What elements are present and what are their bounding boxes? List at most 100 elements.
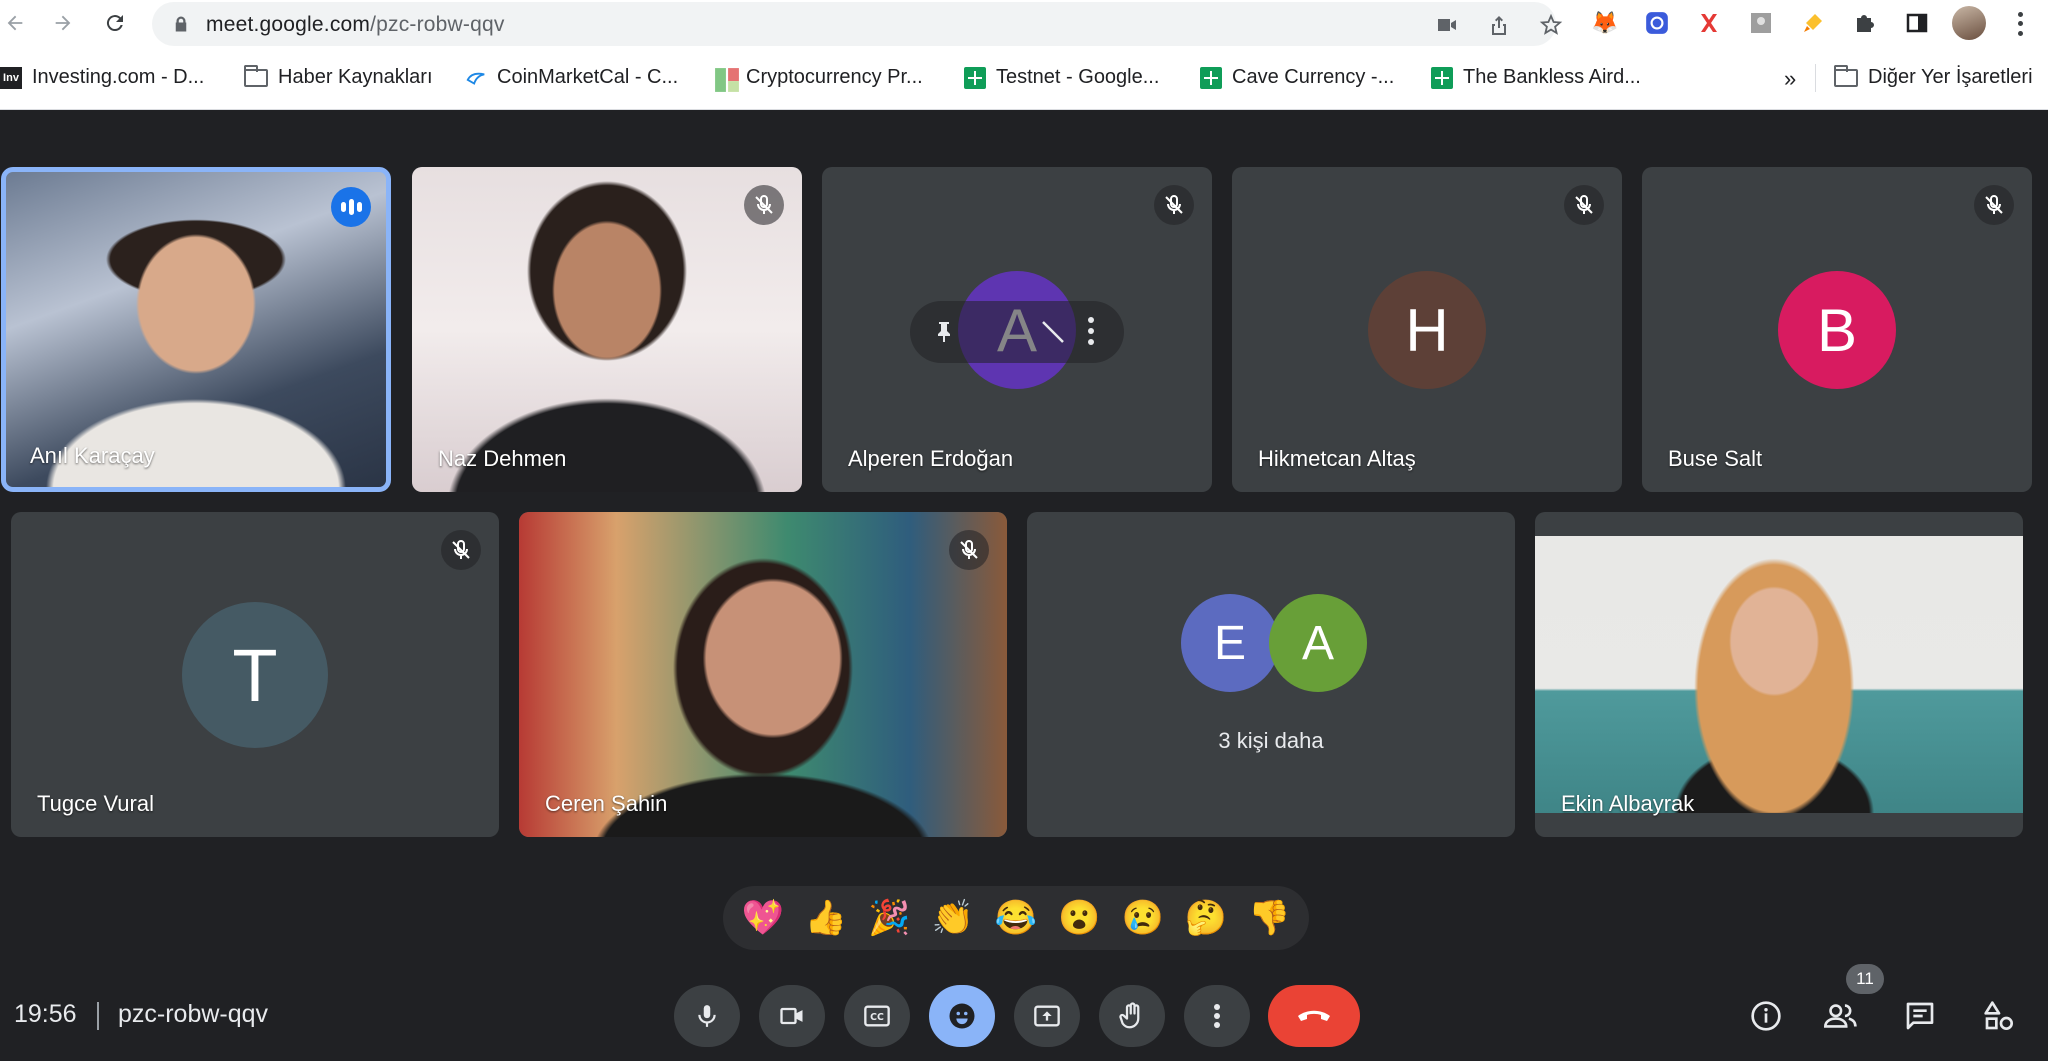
folder-icon: [1834, 64, 1858, 87]
hand-icon: [1119, 1002, 1140, 1029]
bookmark-bankless[interactable]: The Bankless Aird...: [1431, 66, 1641, 89]
side-panel-icon[interactable]: [1902, 8, 1932, 38]
microphone-button[interactable]: [674, 985, 740, 1047]
reaction-crying[interactable]: 😢: [1119, 894, 1167, 942]
reaction-thinking[interactable]: 🤔: [1182, 894, 1230, 942]
overflow-avatar: E: [1181, 594, 1279, 692]
participant-tile-tugce[interactable]: T Tugce Vural: [11, 512, 499, 837]
bookmarks-bar: Inv Investing.com - D... Haber Kaynaklar…: [0, 46, 2048, 110]
highlighter-icon[interactable]: [1798, 8, 1828, 38]
reaction-laughing[interactable]: 😂: [992, 894, 1040, 942]
participant-video: [1535, 536, 2023, 813]
activities-button[interactable]: [1976, 993, 2022, 1039]
mic-off-icon: [1564, 185, 1604, 225]
extension-x-icon[interactable]: [1694, 8, 1724, 38]
leave-call-button[interactable]: [1268, 985, 1360, 1047]
browser-toolbar: meet.google.com/pzc-robw-qqv 🦊: [0, 0, 2048, 46]
participant-avatar: T: [182, 602, 328, 748]
info-icon: [1751, 1001, 1781, 1031]
bookmark-label: Investing.com - D...: [32, 66, 205, 88]
raise-hand-button[interactable]: [1099, 985, 1165, 1047]
camera-button[interactable]: [759, 985, 825, 1047]
forward-icon[interactable]: [48, 8, 78, 38]
bookmark-coinmarketcal[interactable]: CoinMarketCal - C...: [465, 66, 678, 89]
overflow-avatar: A: [1269, 594, 1367, 692]
folder-icon: [244, 64, 268, 87]
participant-name: Hikmetcan Altaş: [1258, 446, 1416, 471]
more-options-icon[interactable]: [1088, 317, 1094, 345]
bookmarks-overflow-button[interactable]: »: [1784, 66, 1796, 92]
videocam-icon: [780, 1007, 803, 1025]
participant-tile-anil[interactable]: Anıl Karaçay: [4, 170, 388, 489]
emoji-icon: [949, 1003, 975, 1029]
participant-name: Ekin Albayrak: [1561, 791, 1695, 816]
star-icon[interactable]: [1538, 12, 1564, 38]
captions-button[interactable]: CC: [844, 985, 910, 1047]
participant-count-badge: 11: [1846, 964, 1884, 994]
reaction-party-popper[interactable]: 🎉: [865, 894, 913, 942]
chat-icon: [1906, 1002, 1934, 1030]
bookmark-investing[interactable]: Inv Investing.com - D...: [0, 66, 204, 89]
bookmark-cryptocurrency[interactable]: Cryptocurrency Pr...: [714, 66, 923, 92]
bookmark-label: Cave Currency -...: [1232, 66, 1395, 88]
tile-hover-controls: [910, 301, 1124, 363]
meeting-details-button[interactable]: [1743, 993, 1789, 1039]
bookmark-testnet[interactable]: Testnet - Google...: [964, 66, 1159, 89]
reload-icon[interactable]: [100, 8, 130, 38]
time-code-divider: [97, 1002, 99, 1030]
metamask-icon[interactable]: 🦊: [1590, 8, 1620, 38]
camera-icon[interactable]: [1434, 12, 1460, 38]
participant-tile-naz[interactable]: Naz Dehmen: [412, 167, 802, 492]
participant-video: [519, 512, 1007, 837]
meeting-time: 19:56: [14, 1000, 77, 1028]
reaction-thumbs-down[interactable]: 👎: [1245, 894, 1293, 942]
bookmark-label: Diğer Yer İşaretleri: [1868, 66, 2033, 88]
reaction-thumbs-up[interactable]: 👍: [802, 894, 850, 942]
extension-photo-icon[interactable]: [1746, 8, 1776, 38]
url-text[interactable]: meet.google.com/pzc-robw-qqv: [206, 13, 505, 37]
reaction-clapping[interactable]: 👏: [929, 894, 977, 942]
participant-avatar: B: [1778, 271, 1896, 389]
participant-tile-buse[interactable]: B Buse Salt: [1642, 167, 2032, 492]
bookmark-other[interactable]: Diğer Yer İşaretleri: [1834, 64, 2033, 89]
present-screen-button[interactable]: [1014, 985, 1080, 1047]
mic-off-icon: [1974, 185, 2014, 225]
address-bar[interactable]: meet.google.com/pzc-robw-qqv: [152, 2, 1563, 46]
participant-tile-ceren[interactable]: Ceren Şahin: [519, 512, 1007, 837]
url-path: /pzc-robw-qqv: [370, 13, 505, 36]
profile-avatar[interactable]: [1952, 6, 1986, 40]
pin-icon[interactable]: [932, 319, 956, 350]
bookmark-label: The Bankless Aird...: [1463, 66, 1641, 88]
bookmarks-divider: [1815, 64, 1816, 92]
participant-video: [412, 167, 802, 492]
overflow-chevron-icon: »: [1784, 66, 1797, 91]
extension-blue-icon[interactable]: [1642, 8, 1672, 38]
back-icon[interactable]: [0, 8, 30, 38]
browser-menu-icon[interactable]: [2010, 10, 2030, 38]
share-icon[interactable]: [1486, 12, 1512, 38]
url-host: meet.google.com: [206, 13, 371, 36]
bookmark-label: Haber Kaynakları: [278, 66, 433, 88]
reaction-sparkling-heart[interactable]: 💖: [739, 894, 787, 942]
more-participants-label: 3 kişi daha: [1218, 728, 1324, 753]
bookmark-haber-kaynaklari[interactable]: Haber Kaynakları: [244, 64, 433, 89]
participant-tile-hikmetcan[interactable]: H Hikmetcan Altaş: [1232, 167, 1622, 492]
participant-tile-ekin[interactable]: Ekin Albayrak: [1535, 512, 2023, 837]
chat-button[interactable]: [1897, 993, 1943, 1039]
mic-off-icon: [744, 185, 784, 225]
lock-icon[interactable]: [172, 15, 190, 33]
mic-off-icon: [441, 530, 481, 570]
reaction-surprised[interactable]: 😮: [1055, 894, 1103, 942]
present-icon: [1034, 1005, 1060, 1027]
bookmark-cave-currency[interactable]: Cave Currency -...: [1200, 66, 1394, 89]
reactions-button[interactable]: [929, 985, 995, 1047]
sheets-icon: [1200, 66, 1222, 89]
investing-icon: Inv: [0, 66, 22, 89]
puzzle-icon[interactable]: [1850, 8, 1880, 38]
more-options-button[interactable]: [1184, 985, 1250, 1047]
mute-for-all-icon[interactable]: [1028, 307, 1078, 357]
people-button[interactable]: [1818, 993, 1864, 1039]
more-participants-tile[interactable]: E A 3 kişi daha: [1027, 512, 1515, 837]
people-icon: [1824, 1004, 1857, 1028]
closed-captions-icon: CC: [864, 1005, 890, 1027]
